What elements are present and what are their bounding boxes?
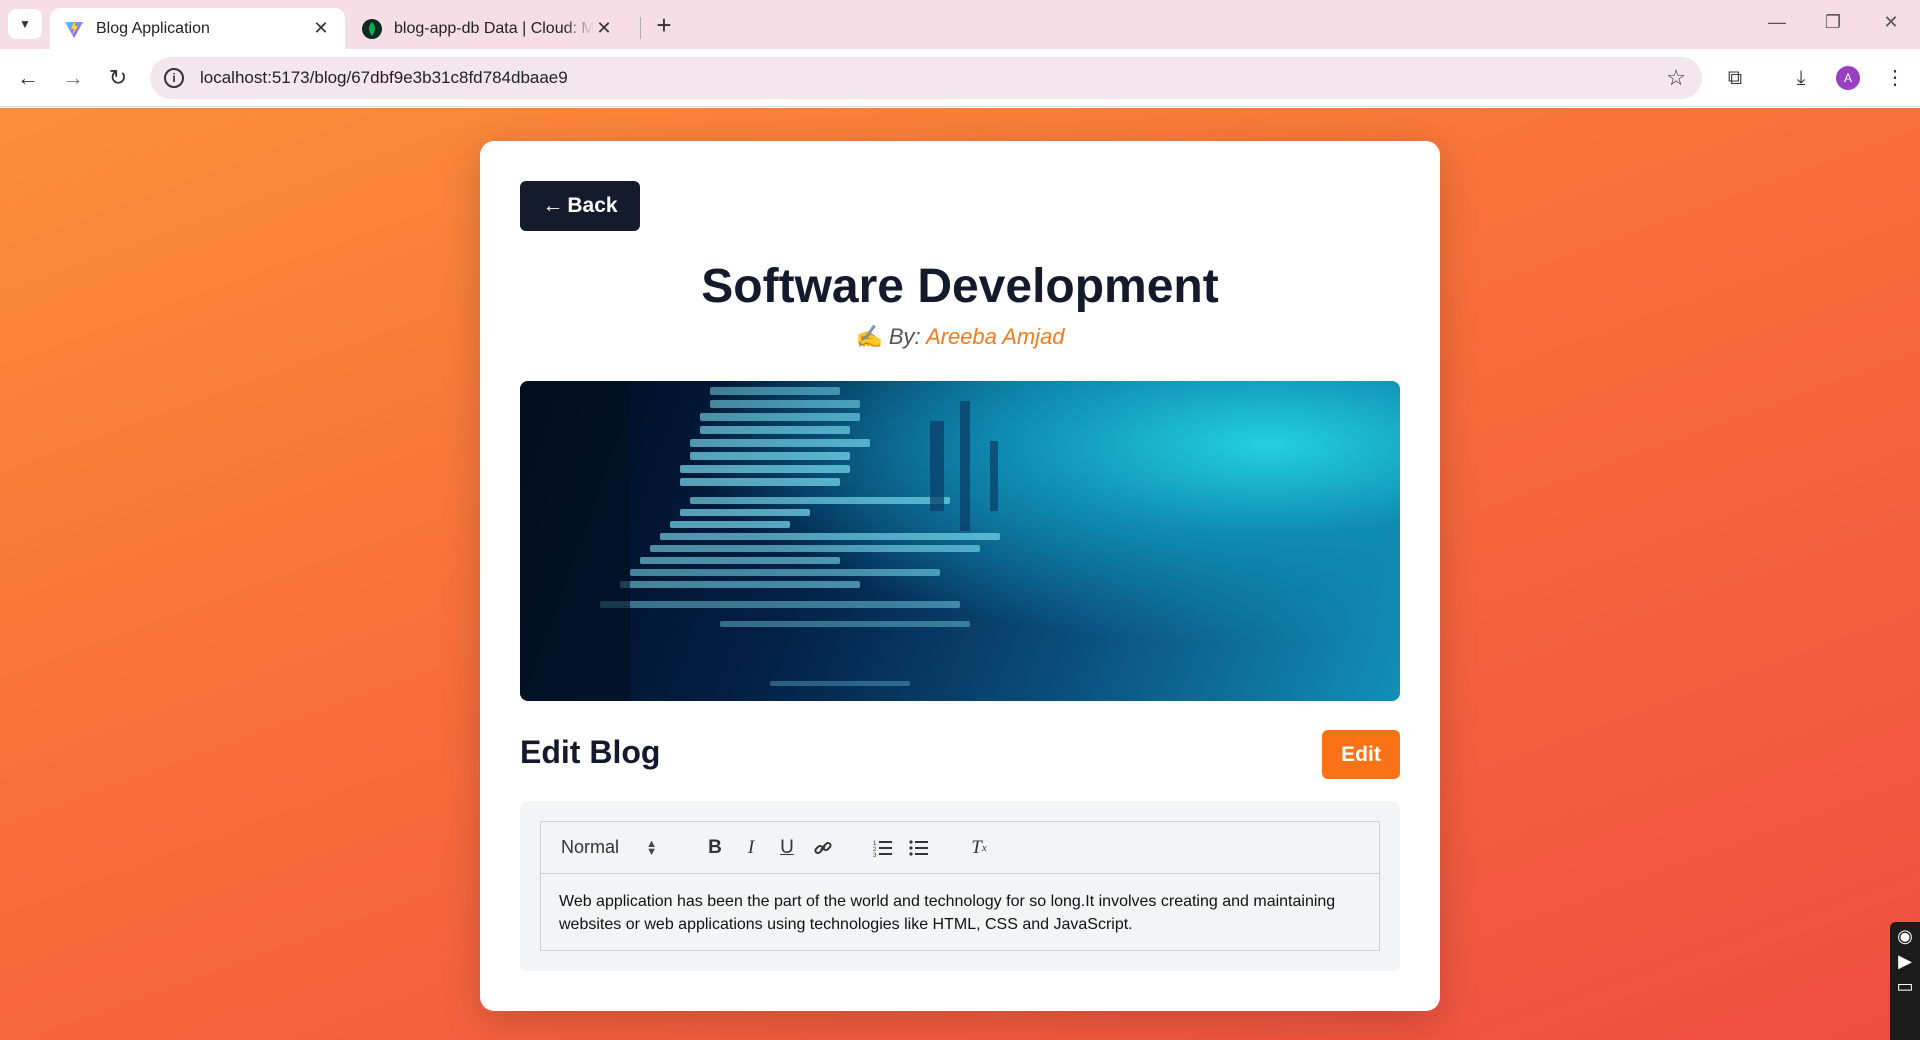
- back-button-label: Back: [567, 194, 618, 217]
- video-icon[interactable]: ▶: [1890, 951, 1920, 972]
- close-icon[interactable]: ✕: [1876, 12, 1906, 36]
- edit-button[interactable]: Edit: [1322, 730, 1400, 779]
- close-tab-icon[interactable]: ✕: [594, 18, 614, 39]
- menu-icon[interactable]: ⋮: [1880, 63, 1910, 93]
- window-icon[interactable]: ▭: [1890, 976, 1920, 997]
- post-byline: ✍️ By: Areeba Amjad: [480, 324, 1440, 350]
- editor-panel: Normal ▲ ▼ B I U 1 2 3 T x Web applicati…: [520, 801, 1400, 971]
- tab-blog-application[interactable]: Blog Application ✕: [50, 8, 345, 49]
- post-cover-image: [520, 381, 1400, 701]
- reload-icon[interactable]: ↻: [103, 63, 133, 93]
- back-button[interactable]: ← Back: [520, 181, 640, 231]
- link-glyph: [814, 841, 832, 854]
- bookmark-star-icon[interactable]: ☆: [1666, 65, 1686, 91]
- browser-toolbar: ← → ↻ i localhost:5173/blog/67dbf9e3b31c…: [0, 49, 1920, 107]
- underline-icon[interactable]: U: [769, 833, 805, 863]
- tab-search-button[interactable]: ▼: [8, 9, 42, 39]
- minimize-icon[interactable]: —: [1762, 12, 1792, 36]
- bullet-list-glyph: [909, 839, 928, 856]
- editor-content[interactable]: Web application has been the part of the…: [541, 874, 1379, 952]
- link-icon[interactable]: [805, 833, 841, 863]
- italic-icon[interactable]: I: [733, 833, 769, 863]
- restore-icon[interactable]: ❐: [1818, 12, 1848, 36]
- tab-divider: [640, 17, 641, 39]
- tab-mongodb[interactable]: blog-app-db Data | Cloud: MongoDB Cloud …: [348, 8, 628, 49]
- select-arrows-icon: ▲ ▼: [646, 837, 657, 858]
- arrow-left-icon: ←: [542, 194, 564, 217]
- address-bar[interactable]: i localhost:5173/blog/67dbf9e3b31c8fd784…: [150, 57, 1702, 99]
- ordered-list-glyph: 1 2 3: [873, 840, 892, 857]
- mongodb-leaf-icon: [362, 18, 382, 39]
- editor-toolbar: Normal ▲ ▼ B I U 1 2 3 T x: [541, 822, 1379, 874]
- post-title: Software Development: [701, 260, 1219, 313]
- bullet-list-icon[interactable]: [901, 833, 937, 863]
- rich-text-editor: Normal ▲ ▼ B I U 1 2 3 T x Web applicati…: [540, 821, 1380, 951]
- clear-format-icon[interactable]: Tx: [961, 833, 997, 863]
- writing-hand-icon: ✍️: [855, 324, 883, 349]
- chevron-down-icon: ▼: [19, 17, 31, 31]
- profile-avatar[interactable]: A: [1836, 66, 1860, 90]
- format-select-value: Normal: [561, 837, 620, 857]
- url-text[interactable]: localhost:5173/blog/67dbf9e3b31c8fd784db…: [200, 68, 568, 88]
- blog-card: ← Back Software Development ✍️ By: Areeba…: [480, 141, 1440, 1011]
- by-label: By:: [888, 324, 921, 349]
- author-name: Areeba Amjad: [925, 324, 1065, 349]
- vite-logo-icon: [65, 19, 83, 38]
- extensions-icon[interactable]: ⧉: [1720, 63, 1750, 93]
- format-select[interactable]: Normal ▲ ▼: [561, 837, 669, 858]
- edit-blog-heading: Edit Blog: [520, 734, 661, 770]
- svg-text:3: 3: [873, 853, 877, 857]
- tab-strip: ▼ Blog Application ✕ blog-app-db Data | …: [0, 0, 1920, 49]
- site-info-icon[interactable]: i: [164, 68, 184, 88]
- close-tab-icon[interactable]: ✕: [311, 18, 331, 39]
- screen-capture-widget[interactable]: ◉ ▶ ▭: [1890, 922, 1920, 1040]
- bold-icon[interactable]: B: [697, 833, 733, 863]
- code-screen-illustration: [520, 381, 1000, 701]
- back-icon[interactable]: ←: [13, 63, 43, 93]
- new-tab-button[interactable]: +: [650, 12, 678, 40]
- tab-title: Blog Application: [96, 19, 210, 37]
- download-icon[interactable]: ⤓: [1786, 63, 1816, 93]
- camera-icon[interactable]: ◉: [1890, 926, 1920, 947]
- forward-icon[interactable]: →: [58, 63, 88, 93]
- ordered-list-icon[interactable]: 1 2 3: [865, 833, 901, 863]
- tab-title: blog-app-db Data | Cloud: MongoDB Cloud: [394, 19, 594, 37]
- page-background: ← Back Software Development ✍️ By: Areeba…: [0, 108, 1920, 1040]
